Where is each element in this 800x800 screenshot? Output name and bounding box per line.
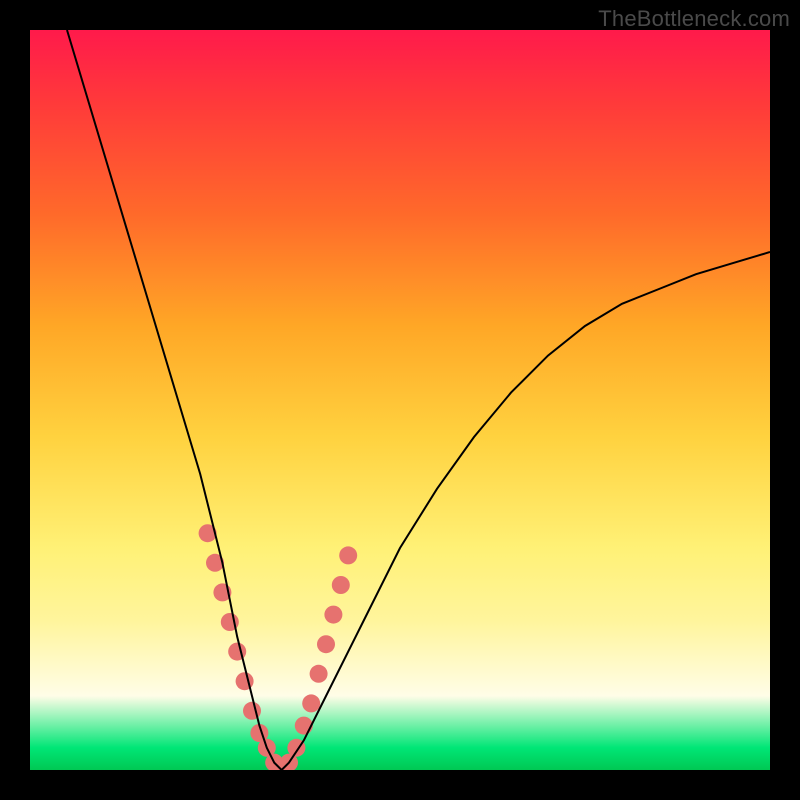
highlight-dot (236, 672, 254, 690)
highlight-dot (295, 717, 313, 735)
highlight-dot (332, 576, 350, 594)
highlight-dot (339, 546, 357, 564)
highlight-dot (228, 643, 246, 661)
highlight-dot (206, 554, 224, 572)
highlight-dot (213, 583, 231, 601)
chart-stage: TheBottleneck.com (0, 0, 800, 800)
highlight-dot (317, 635, 335, 653)
highlight-dot (302, 694, 320, 712)
highlight-dot (324, 606, 342, 624)
highlight-dot (273, 761, 291, 770)
highlight-dot (199, 524, 217, 542)
highlight-dot (250, 724, 268, 742)
watermark-text: TheBottleneck.com (598, 6, 790, 32)
bottleneck-curve (67, 30, 770, 770)
highlight-dot (258, 739, 276, 757)
highlight-dot (280, 754, 298, 770)
curve-layer (30, 30, 770, 770)
highlight-dot (287, 739, 305, 757)
highlight-dot (221, 613, 239, 631)
highlight-dot (243, 702, 261, 720)
highlight-dot (265, 754, 283, 770)
highlight-dot (310, 665, 328, 683)
plot-area (30, 30, 770, 770)
